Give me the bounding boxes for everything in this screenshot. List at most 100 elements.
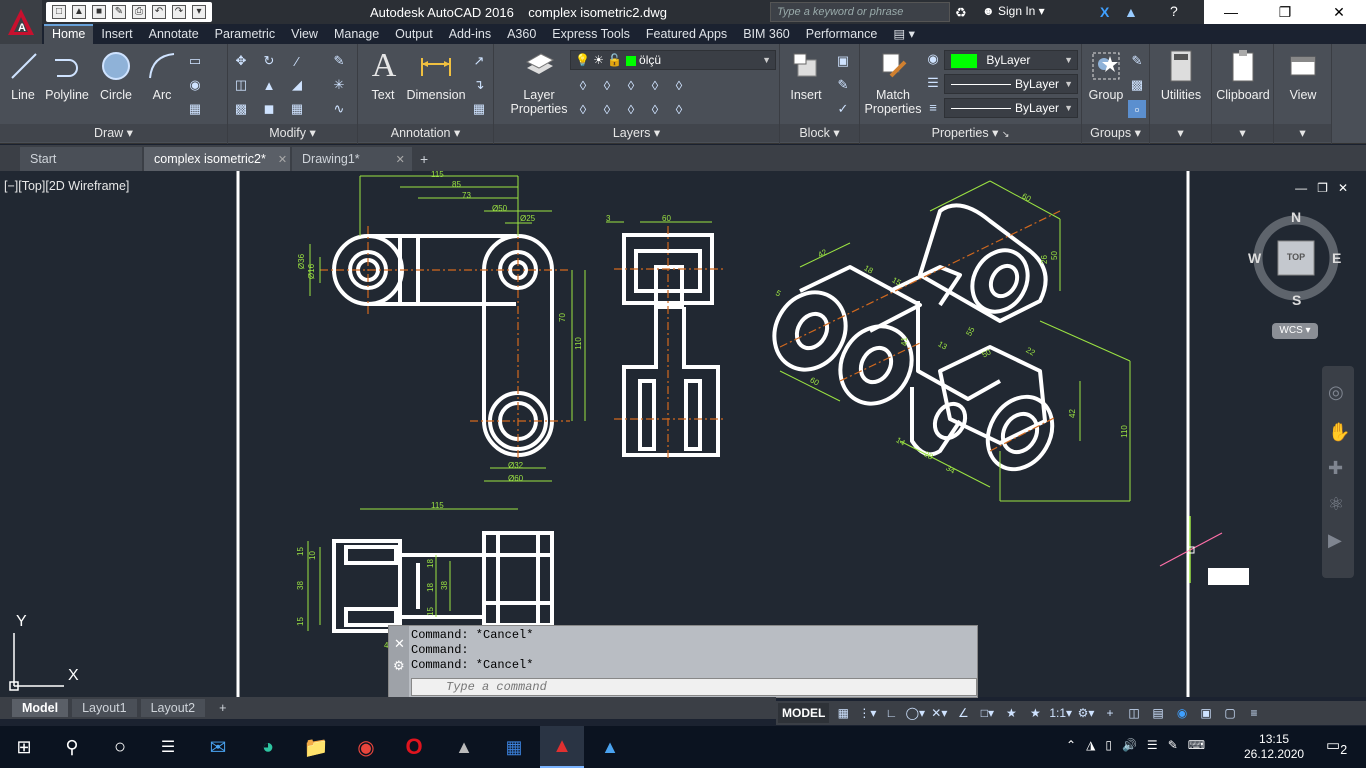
layer-thaw-icon[interactable]: ◊: [622, 100, 640, 118]
fillet-icon[interactable]: ◢: [288, 76, 306, 94]
layer-unlock-icon[interactable]: ◊: [646, 100, 664, 118]
showmotion-icon[interactable]: ▶: [1328, 530, 1342, 551]
layer-match-icon[interactable]: ◊: [670, 100, 688, 118]
auto-scale-icon[interactable]: ★: [1025, 703, 1045, 723]
exchange-apps-icon[interactable]: X: [1100, 4, 1109, 20]
ribbon-minimize-icon[interactable]: ▤ ▾: [885, 24, 923, 44]
snap-icon[interactable]: ⋮▾: [857, 703, 877, 723]
viewcube-south[interactable]: S: [1292, 292, 1301, 308]
volume-icon[interactable]: 🔊: [1122, 738, 1137, 752]
copy-icon[interactable]: ◫: [232, 76, 250, 94]
close-tab-icon[interactable]: ✕: [278, 154, 287, 166]
photos-icon[interactable]: ▲: [594, 731, 626, 763]
layer-dropdown[interactable]: 💡 ☀ 🔓 ölçü ▼: [570, 50, 776, 70]
utilities-button[interactable]: Utilities: [1154, 48, 1208, 102]
annotation-panel-title[interactable]: Annotation ▾: [358, 124, 493, 142]
ungroup-icon[interactable]: ✎: [1128, 52, 1146, 70]
group-edit-icon[interactable]: ▩: [1128, 76, 1146, 94]
task-view-icon[interactable]: ☰: [152, 731, 184, 763]
minimize-button[interactable]: —: [1204, 0, 1258, 24]
grid-icon[interactable]: ▦: [833, 703, 853, 723]
layer-unisolate-icon[interactable]: ◊: [598, 100, 616, 118]
clipboard-button[interactable]: Clipboard: [1214, 48, 1272, 102]
gradient-icon[interactable]: ▦: [186, 100, 204, 118]
workspace-gear-icon[interactable]: ⚙▾: [1076, 703, 1096, 723]
mirror-icon[interactable]: ▲: [260, 76, 278, 94]
help-icon[interactable]: ?: [1170, 3, 1178, 19]
polyline-button[interactable]: Polyline: [44, 48, 90, 102]
annotation-visibility-icon[interactable]: ★: [1001, 703, 1021, 723]
table-icon[interactable]: ▦: [470, 100, 488, 118]
tab-bim-360[interactable]: BIM 360: [735, 24, 798, 44]
command-line-settings-icon[interactable]: ⚙: [393, 658, 405, 674]
move-icon[interactable]: ✥: [232, 52, 250, 70]
a360-icon[interactable]: ▲: [1124, 4, 1138, 20]
doc-tab-drawing1[interactable]: Drawing1* ✕: [292, 147, 412, 171]
qat-dropdown-icon[interactable]: ▾: [192, 5, 206, 19]
layers-panel-title[interactable]: Layers ▾: [494, 124, 779, 142]
tab-annotate[interactable]: Annotate: [141, 24, 207, 44]
viewcube[interactable]: N S E W TOP: [1248, 206, 1342, 308]
layer-off-icon[interactable]: ◊: [574, 76, 592, 94]
zoom-extents-icon[interactable]: ✚: [1328, 458, 1343, 479]
erase-icon[interactable]: ✎: [330, 52, 348, 70]
draw-panel-title[interactable]: Draw ▾: [0, 124, 227, 142]
viewcube-east[interactable]: E: [1332, 250, 1341, 266]
view-panel-title[interactable]: ▾: [1274, 124, 1331, 142]
line-button[interactable]: Line: [6, 48, 40, 102]
pan-icon[interactable]: ✋: [1328, 422, 1350, 443]
doc-tab-complex-isometric2[interactable]: complex isometric2* ✕: [144, 147, 290, 171]
rectangle-icon[interactable]: ▭: [186, 52, 204, 70]
save-as-icon[interactable]: ✎: [112, 5, 126, 19]
explode-icon[interactable]: ✳: [330, 76, 348, 94]
polar-icon[interactable]: ◯▾: [905, 703, 925, 723]
application-menu-button[interactable]: A: [0, 0, 42, 44]
ortho-icon[interactable]: ∟: [881, 703, 901, 723]
groups-panel-title[interactable]: Groups ▾: [1082, 124, 1149, 142]
battery-icon[interactable]: ▯: [1105, 738, 1112, 752]
leader-dropdown-icon[interactable]: ↴: [470, 76, 488, 94]
drawing-area[interactable]: [−][Top][2D Wireframe] — ❐ ✕ 115 85 73 Ø…: [0, 170, 1366, 697]
clock[interactable]: 13:15 26.12.2020: [1244, 732, 1304, 762]
circle-button[interactable]: Circle: [98, 48, 134, 102]
tab-featured-apps[interactable]: Featured Apps: [638, 24, 735, 44]
isolate-objects-icon[interactable]: ◉: [1172, 703, 1192, 723]
stretch-icon[interactable]: ▩: [232, 100, 250, 118]
file-explorer-icon[interactable]: 📁: [300, 731, 332, 763]
isodraft-icon[interactable]: ✕▾: [929, 703, 949, 723]
match-properties-button[interactable]: Match Properties: [864, 48, 922, 116]
arc-button[interactable]: Arc: [144, 48, 180, 102]
save-icon[interactable]: ■: [92, 5, 106, 19]
new-icon[interactable]: □: [52, 5, 66, 19]
block-panel-title[interactable]: Block ▾: [780, 124, 859, 142]
viewcube-top-face[interactable]: TOP: [1278, 252, 1314, 262]
leader-icon[interactable]: ↗: [470, 52, 488, 70]
plus-icon[interactable]: +: [1100, 703, 1120, 723]
open-icon[interactable]: ▲: [72, 5, 86, 19]
layer-isolate-icon[interactable]: ◊: [598, 76, 616, 94]
group-selection-icon[interactable]: ▫: [1128, 100, 1146, 118]
create-block-icon[interactable]: ▣: [834, 52, 852, 70]
notifications-icon[interactable]: ▭2: [1326, 736, 1347, 757]
search-icon[interactable]: ⚲: [56, 731, 88, 763]
tab-home[interactable]: Home: [44, 24, 94, 44]
windows-start-icon[interactable]: ⊞: [8, 731, 40, 763]
close-button[interactable]: ✕: [1312, 0, 1366, 24]
clean-screen-icon[interactable]: ▢: [1220, 703, 1240, 723]
tab-layout2[interactable]: Layout2: [140, 699, 206, 717]
close-tab-icon[interactable]: ✕: [396, 154, 405, 166]
layer-on-tool-icon[interactable]: ◊: [574, 100, 592, 118]
trim-icon[interactable]: ∕: [288, 52, 306, 70]
redo-icon[interactable]: ↷: [172, 5, 186, 19]
insert-button[interactable]: Insert: [784, 48, 828, 102]
calculator-app-icon[interactable]: ▦: [498, 731, 530, 763]
linetype-dropdown[interactable]: ByLayer ▼: [944, 98, 1078, 118]
layer-properties-button[interactable]: Layer Properties: [504, 48, 574, 116]
tab-a360[interactable]: A360: [499, 24, 544, 44]
steering-wheel-icon[interactable]: ◎: [1328, 382, 1344, 403]
edge-icon[interactable]: ◕: [252, 731, 284, 763]
meet-now-icon[interactable]: ◮: [1086, 738, 1095, 752]
chrome-icon[interactable]: ◉: [350, 731, 382, 763]
hatch-icon[interactable]: ◉: [186, 76, 204, 94]
undo-icon[interactable]: ↶: [152, 5, 166, 19]
